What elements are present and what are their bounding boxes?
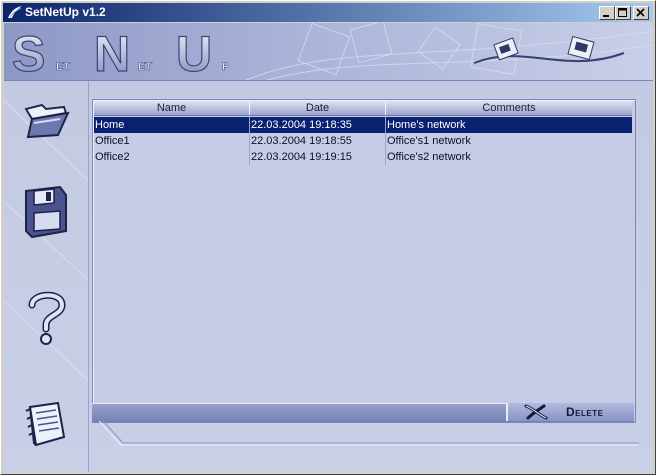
svg-text:S: S [12, 26, 45, 81]
minimize-button[interactable] [599, 6, 615, 20]
app-icon [8, 6, 22, 18]
window-title: SetNetUp v1.2 [25, 5, 106, 19]
help-button[interactable] [20, 289, 74, 345]
delete-button[interactable]: Delete [506, 403, 634, 421]
minimize-icon [603, 15, 609, 17]
column-header-date[interactable]: Date [250, 101, 386, 115]
list-rows: Home 22.03.2004 19:18:35 Home's network … [94, 117, 632, 165]
cell-date: 22.03.2004 19:19:15 [250, 149, 386, 165]
banner: S ET N ET U P [4, 23, 653, 81]
svg-text:P: P [222, 61, 229, 73]
networks-list[interactable]: Name Date Comments Home 22.03.2004 19:18… [92, 99, 636, 423]
cell-date: 22.03.2004 19:18:55 [250, 133, 386, 149]
floppy-save-icon [25, 185, 67, 239]
column-header-comments[interactable]: Comments [386, 101, 632, 115]
app-window: SetNetUp v1.2 S ET N ET U P Name Date Co… [0, 0, 656, 475]
open-folder-icon [24, 103, 70, 139]
cell-name: Home [94, 117, 250, 133]
title-bar[interactable]: SetNetUp v1.2 [3, 3, 653, 22]
open-button[interactable] [20, 93, 74, 147]
table-row[interactable]: Office2 22.03.2004 19:19:15 Office's2 ne… [94, 149, 632, 165]
bottom-decoration [99, 421, 639, 446]
svg-text:N: N [94, 26, 130, 81]
snu-logo: S ET N ET U P [11, 25, 229, 81]
column-header-name[interactable]: Name [94, 101, 250, 115]
delete-x-icon [524, 404, 548, 420]
cell-comment: Home's network [387, 119, 466, 131]
delete-label: Delete [566, 405, 604, 419]
cell-name: Office2 [94, 149, 250, 165]
svg-text:ET: ET [56, 61, 70, 73]
list-header: Name Date Comments [94, 101, 632, 116]
client-area: S ET N ET U P Name Date Comments Home 22… [4, 23, 653, 472]
notepad-icon [25, 401, 66, 447]
cell-name: Office1 [94, 133, 250, 149]
cell-date: 22.03.2004 19:18:35 [250, 117, 386, 133]
close-button[interactable] [633, 6, 649, 20]
help-question-icon [28, 291, 66, 345]
table-row[interactable]: Home 22.03.2004 19:18:35 Home's network [94, 117, 632, 133]
maximize-icon [618, 8, 627, 17]
close-icon [636, 8, 645, 17]
cell-comment: Office's2 network [387, 151, 471, 163]
save-button[interactable] [20, 181, 74, 239]
maximize-button[interactable] [615, 6, 631, 20]
cell-comment: Office's1 network [387, 135, 471, 147]
svg-text:ET: ET [138, 61, 152, 73]
notes-button[interactable] [20, 399, 74, 453]
svg-text:U: U [176, 26, 212, 81]
table-row[interactable]: Office1 22.03.2004 19:18:55 Office's1 ne… [94, 133, 632, 149]
